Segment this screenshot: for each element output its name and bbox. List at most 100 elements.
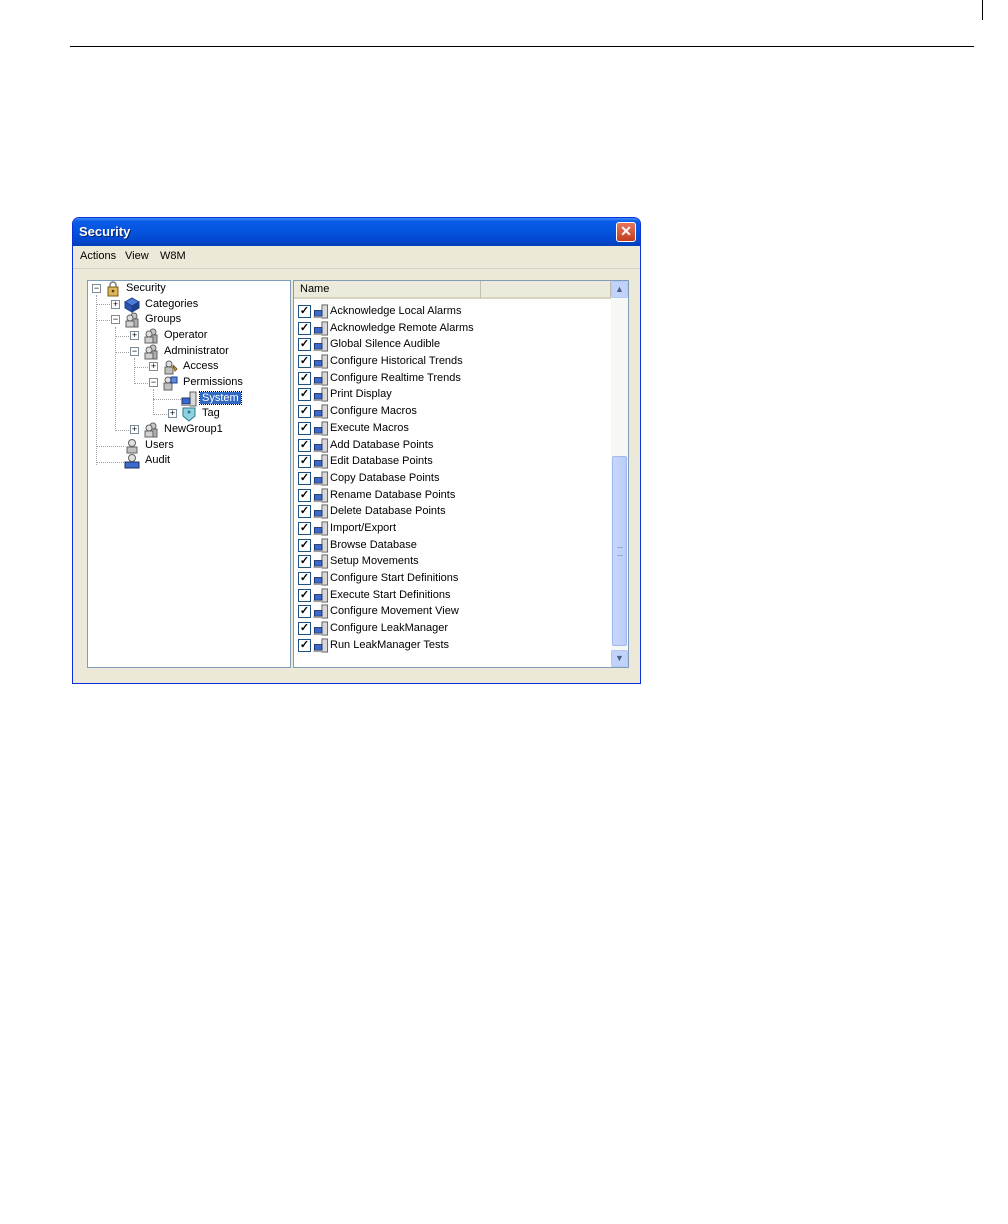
- tree-label: Groups: [145, 313, 182, 325]
- computer-icon: [313, 337, 329, 352]
- permission-checkbox[interactable]: ✓: [298, 588, 311, 602]
- tree-label: Tag: [202, 407, 220, 419]
- tree-line: [115, 327, 116, 431]
- close-icon: ✕: [620, 223, 632, 239]
- computer-icon: [313, 504, 329, 519]
- close-button[interactable]: ✕: [616, 222, 636, 242]
- permission-label: Setup Movements: [330, 555, 419, 568]
- title-bar[interactable]: Security ✕: [73, 218, 640, 246]
- tree-line: [115, 352, 129, 353]
- permission-checkbox[interactable]: ✓: [298, 505, 311, 519]
- menu-view[interactable]: View: [125, 250, 149, 262]
- computer-icon: [313, 321, 329, 336]
- permission-checkbox[interactable]: ✓: [298, 355, 311, 369]
- tree-line: [96, 304, 110, 305]
- users-icon: [126, 439, 138, 454]
- computer-icon: [313, 421, 329, 436]
- computer-icon: [313, 554, 329, 569]
- page-corner-mark: [982, 0, 983, 20]
- tree-line: [153, 414, 167, 415]
- permission-label: Configure Start Definitions: [330, 572, 459, 584]
- window-title: Security: [79, 224, 131, 239]
- tree-line: [153, 389, 154, 415]
- scroll-down-button[interactable]: ▼: [611, 650, 628, 667]
- permission-checkbox[interactable]: ✓: [298, 405, 311, 419]
- computer-icon: [313, 371, 329, 386]
- scroll-up-button[interactable]: ▲: [611, 281, 628, 298]
- group-icon: [144, 344, 158, 360]
- permission-checkbox[interactable]: ✓: [298, 572, 311, 585]
- permission-label: Run LeakManager Tests: [330, 638, 450, 651]
- security-window: Security ✕ Actions View W8M − Security +…: [72, 217, 641, 684]
- collapse-icon[interactable]: −: [130, 347, 139, 356]
- tree-line: [134, 358, 135, 384]
- scroll-thumb[interactable]: [612, 456, 627, 646]
- tree-label: Access: [183, 360, 219, 372]
- permission-checkbox[interactable]: ✓: [298, 488, 311, 502]
- permission-checkbox[interactable]: ✓: [298, 455, 311, 469]
- permission-label: Acknowledge Local Alarms: [330, 305, 462, 317]
- expand-icon[interactable]: +: [168, 409, 177, 418]
- expand-icon[interactable]: +: [130, 331, 139, 340]
- menu-w8m[interactable]: W8M: [160, 250, 186, 262]
- permission-checkbox[interactable]: ✓: [298, 305, 311, 318]
- permission-label: Print Display: [330, 388, 392, 401]
- tree-line: [96, 320, 110, 321]
- permission-checkbox[interactable]: ✓: [298, 622, 311, 636]
- collapse-icon[interactable]: −: [149, 378, 158, 387]
- computer-icon: [313, 404, 329, 419]
- permission-label: Edit Database Points: [330, 455, 433, 468]
- permission-label: Configure LeakManager: [330, 622, 449, 635]
- permission-checkbox[interactable]: ✓: [298, 605, 311, 619]
- expand-icon[interactable]: +: [111, 300, 120, 309]
- tree-label-selected: System: [199, 391, 242, 405]
- security-lock-icon: [107, 281, 119, 297]
- tree-pane[interactable]: − Security + Categories − Groups + Opera…: [87, 280, 291, 668]
- permission-checkbox[interactable]: ✓: [298, 338, 311, 352]
- computer-icon: [313, 621, 329, 636]
- permission-label: Execute Macros: [330, 421, 409, 434]
- collapse-icon[interactable]: −: [111, 315, 120, 324]
- permission-checkbox[interactable]: ✓: [298, 538, 311, 552]
- tag-icon: [182, 407, 196, 422]
- permission-checkbox[interactable]: ✓: [298, 421, 311, 435]
- permission-checkbox[interactable]: ✓: [298, 471, 311, 485]
- tree-line: [96, 446, 124, 447]
- pane-splitter[interactable]: [291, 280, 292, 668]
- tree-label: NewGroup1: [164, 423, 223, 435]
- vertical-scrollbar[interactable]: ▲ ▼: [611, 281, 628, 667]
- expand-icon[interactable]: +: [130, 425, 139, 434]
- permission-checkbox[interactable]: ✓: [298, 555, 311, 569]
- permission-checkbox[interactable]: ✓: [298, 438, 311, 452]
- permission-label: Import/Export: [330, 521, 397, 534]
- tree-label: Permissions: [183, 376, 243, 388]
- permission-label: Execute Start Definitions: [330, 588, 451, 601]
- access-icon: [164, 360, 178, 375]
- computer-icon: [313, 437, 329, 453]
- permission-checkbox[interactable]: ✓: [298, 638, 311, 652]
- permission-checkbox[interactable]: ✓: [298, 371, 311, 385]
- permission-checkbox[interactable]: ✓: [298, 321, 311, 335]
- tree-label: Categories: [145, 298, 199, 310]
- permissions-list-pane[interactable]: Name ✓ Acknowledge Local Alarms ✓ Acknowled…: [293, 280, 629, 668]
- permission-checkbox[interactable]: ✓: [298, 388, 311, 402]
- expand-icon[interactable]: +: [149, 362, 158, 371]
- computer-icon: [313, 387, 329, 402]
- menu-actions[interactable]: Actions: [80, 250, 116, 262]
- tree-line: [153, 399, 181, 400]
- permission-label: Configure Realtime Trends: [330, 371, 461, 384]
- computer-icon: [313, 354, 329, 369]
- chevron-down-icon: ▼: [615, 653, 624, 663]
- status-bar: [75, 669, 638, 681]
- permission-label: Configure Movement View: [330, 605, 459, 618]
- column-header-name[interactable]: Name: [294, 281, 481, 299]
- tree-line: [96, 462, 124, 463]
- permission-checkbox[interactable]: ✓: [298, 521, 311, 535]
- collapse-icon[interactable]: −: [92, 284, 101, 293]
- permissions-icon: [163, 376, 178, 391]
- permission-label: Browse Database: [330, 538, 417, 551]
- column-header-blank[interactable]: [481, 281, 611, 299]
- computer-icon: [313, 454, 329, 469]
- page-rule: [70, 46, 974, 47]
- computer-icon: [313, 638, 329, 653]
